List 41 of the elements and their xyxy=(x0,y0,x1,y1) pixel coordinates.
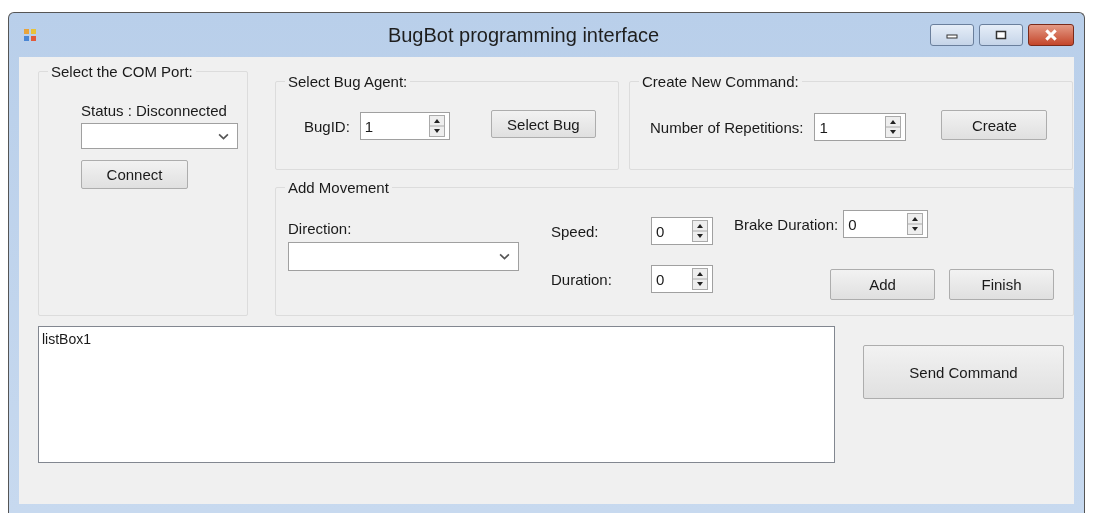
repetitions-label: Number of Repetitions: xyxy=(650,118,804,136)
group-title: Select Bug Agent: xyxy=(287,73,409,90)
up-down-arrows-icon xyxy=(691,268,709,290)
connect-button[interactable]: Connect xyxy=(81,160,188,189)
bug-id-label: BugID: xyxy=(304,117,350,135)
status-label: Status : Disconnected xyxy=(81,102,227,119)
number-spinner[interactable]: 0 xyxy=(843,210,929,238)
group-title: Select the COM Port: xyxy=(50,63,194,80)
maximize-button[interactable] xyxy=(979,24,1023,46)
brake-duration-label: Brake Duration: xyxy=(734,215,839,233)
duration-label: Duration: xyxy=(551,270,613,288)
up-down-arrows-icon xyxy=(884,116,903,138)
minimize-button[interactable] xyxy=(930,24,974,46)
maximize-icon xyxy=(995,30,1007,40)
speed-label: Speed: xyxy=(551,222,600,240)
send-command-button[interactable]: Send Command xyxy=(863,345,1064,399)
select-bug-button[interactable]: Select Bug xyxy=(490,110,596,138)
list-box[interactable]: listBox1 xyxy=(38,326,835,463)
minimize-icon xyxy=(946,31,958,39)
direction-dropdown[interactable] xyxy=(288,242,519,271)
port-dropdown[interactable] xyxy=(81,123,238,149)
chevron-down-icon xyxy=(499,253,510,260)
group-title: Create New Command: xyxy=(641,73,800,90)
up-down-arrows-icon xyxy=(691,220,709,242)
create-button[interactable]: Create xyxy=(941,110,1048,140)
window-title: BugBot programming interface xyxy=(386,23,661,47)
add-button[interactable]: Add xyxy=(830,269,935,300)
up-down-arrows-icon xyxy=(906,213,925,235)
finish-button[interactable]: Finish xyxy=(949,269,1054,300)
chevron-down-icon xyxy=(218,132,229,140)
number-spinner[interactable]: 1 xyxy=(814,113,907,141)
up-down-arrows-icon xyxy=(427,115,446,137)
direction-label: Direction: xyxy=(288,220,353,237)
number-spinner[interactable]: 0 xyxy=(651,217,713,245)
close-icon xyxy=(1044,29,1058,41)
number-spinner[interactable]: 0 xyxy=(651,265,713,293)
close-button[interactable] xyxy=(1028,24,1074,46)
app-icon xyxy=(23,28,37,42)
group-title: Add Movement xyxy=(287,179,390,196)
list-item[interactable]: listBox1 xyxy=(42,331,92,347)
number-spinner[interactable]: 1 xyxy=(359,112,450,140)
